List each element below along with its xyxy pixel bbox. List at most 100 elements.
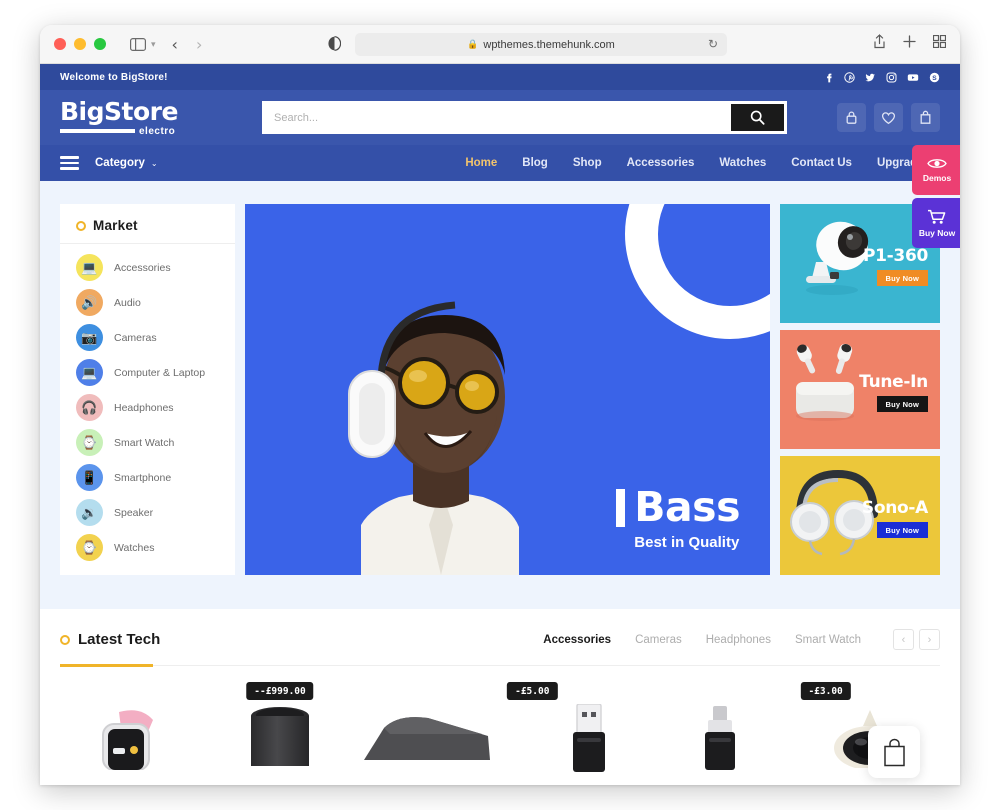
hero-subtitle: Best in Quality [634,534,740,551]
product-carousel: --£999.00 -£5.00 -£3.00 [60,666,940,778]
search-input[interactable] [262,101,731,134]
tab-smart-watch[interactable]: Smart Watch [795,634,861,646]
shield-icon[interactable] [328,36,341,51]
category-menu-label[interactable]: Category [95,157,145,169]
sidebar-icon[interactable] [130,37,146,51]
maximize-window-button[interactable] [94,38,106,50]
product-card[interactable]: --£999.00 [207,682,354,766]
browser-toolbar: ▾ ‹ › 🔒 wpthemes.themehunk.com ↻ [40,25,960,64]
site-header: BigStore electro [40,90,960,145]
announcement-bar: Welcome to BigStore! S [40,64,960,90]
demos-button[interactable]: Demos [912,145,960,195]
browser-right-controls[interactable] [873,34,946,49]
search-bar[interactable] [262,101,787,134]
grid-icon[interactable] [933,35,946,48]
category-item-smartphone[interactable]: 📱 Smartphone [60,460,235,495]
latest-tech-tabs[interactable]: Accessories Cameras Headphones Smart Wat… [543,629,940,650]
plus-icon[interactable] [903,35,916,48]
window-traffic-lights[interactable] [54,38,106,50]
tab-cameras[interactable]: Cameras [635,634,682,646]
category-item-accessories[interactable]: 💻 Accessories [60,250,235,285]
category-item-smart-watch[interactable]: ⌚ Smart Watch [60,425,235,460]
wishlist-heart-icon[interactable] [874,103,903,132]
hero-banner[interactable]: Bass Best in Quality [245,204,770,575]
promo-card-sono-a[interactable]: Sono-A Buy Now [780,456,940,575]
category-item-speaker[interactable]: 🔉 Speaker [60,495,235,530]
category-item-computer-laptop[interactable]: 💻 Computer & Laptop [60,355,235,390]
welcome-text: Welcome to BigStore! [60,71,168,83]
product-card[interactable] [647,682,794,770]
category-item-cameras[interactable]: 📷 Cameras [60,320,235,355]
promo-buy-button[interactable]: Buy Now [876,270,928,286]
hero-title: Bass [634,483,740,532]
address-bar[interactable]: 🔒 wpthemes.themehunk.com ↻ [355,33,727,56]
buy-now-button[interactable]: Buy Now [912,198,960,248]
url-text: wpthemes.themehunk.com [483,38,615,51]
market-category-list[interactable]: 💻 Accessories 🔊 Audio 📷 Cameras 💻 Comput… [60,244,235,565]
header-action-icons[interactable] [837,103,940,132]
search-icon [750,110,765,125]
social-links[interactable]: S [823,71,940,83]
share-icon[interactable] [873,34,886,49]
floating-cart-button[interactable] [868,726,920,778]
nav-item-blog[interactable]: Blog [522,157,548,169]
computer-laptop-icon: 💻 [76,359,103,386]
nav-item-accessories[interactable]: Accessories [627,157,695,169]
account-lock-icon[interactable] [837,103,866,132]
forward-button[interactable]: › [196,35,202,54]
usb-flash-drive-image [572,704,605,772]
product-card[interactable] [60,682,207,770]
search-button[interactable] [731,104,784,131]
chevron-down-icon[interactable]: ▾ [151,39,156,50]
back-button[interactable]: ‹ [172,35,178,54]
cart-bag-icon[interactable] [911,103,940,132]
headphones-icon: 🎧 [76,394,103,421]
demos-button-label: Demos [922,173,952,183]
primary-nav[interactable]: Home Blog Shop Accessories Watches Conta… [465,157,940,169]
skype-icon[interactable]: S [929,72,940,83]
category-label: Audio [114,296,141,309]
youtube-icon[interactable] [907,72,919,83]
twitter-icon[interactable] [865,72,876,83]
tab-headphones[interactable]: Headphones [706,634,771,646]
page-content: Welcome to BigStore! S BigStore electro … [40,64,960,785]
browser-nav-arrows[interactable]: ‹ › [172,35,203,54]
promo-buy-button[interactable]: Buy Now [876,522,928,538]
reload-icon[interactable]: ↻ [708,37,718,51]
category-label: Headphones [114,401,174,414]
hero-section: Market 💻 Accessories 🔊 Audio 📷 Cameras 💻… [40,181,960,609]
nav-item-home[interactable]: Home [465,157,497,169]
smartphone-icon: 📱 [76,464,103,491]
accessories-icon: 💻 [76,254,103,281]
site-logo[interactable]: BigStore electro [60,99,240,137]
carousel-prev-button[interactable]: ‹ [893,629,914,650]
tab-accessories[interactable]: Accessories [543,634,611,646]
floating-action-buttons[interactable]: Demos Buy Now [912,145,960,248]
chevron-down-icon[interactable]: ⌄ [151,159,158,168]
promo-card-tune-in[interactable]: Tune-In Buy Now [780,330,940,449]
category-item-watches[interactable]: ⌚ Watches [60,530,235,565]
black-smart-speaker-image [251,707,309,766]
menu-burger-icon[interactable] [60,156,79,170]
close-window-button[interactable] [54,38,66,50]
pinterest-icon[interactable] [844,71,855,83]
category-item-audio[interactable]: 🔊 Audio [60,285,235,320]
nav-item-watches[interactable]: Watches [719,157,766,169]
cart-icon [928,209,946,224]
latest-tech-section: Latest Tech Accessories Cameras Headphon… [40,609,960,778]
facebook-icon[interactable] [823,72,834,83]
svg-text:S: S [932,75,937,82]
promo-buy-button[interactable]: Buy Now [876,396,928,412]
product-badge: -£3.00 [800,682,851,700]
carousel-next-button[interactable]: › [919,629,940,650]
category-item-headphones[interactable]: 🎧 Headphones [60,390,235,425]
logo-rule [60,129,135,133]
hero-person-image [348,301,519,575]
product-card[interactable]: -£5.00 [500,682,647,772]
instagram-icon[interactable] [886,72,897,83]
product-card[interactable] [353,682,500,760]
nav-item-shop[interactable]: Shop [573,157,602,169]
product-badge: -£5.00 [507,682,558,700]
nav-item-contact-us[interactable]: Contact Us [791,157,852,169]
minimize-window-button[interactable] [74,38,86,50]
